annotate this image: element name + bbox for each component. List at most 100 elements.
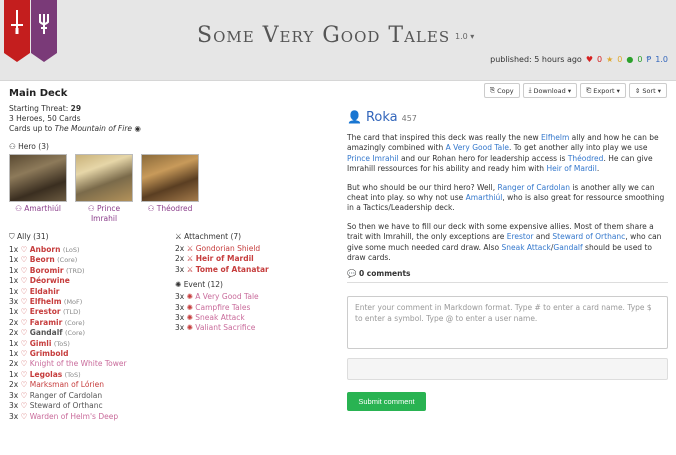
card-name[interactable]: Steward of Orthanc xyxy=(30,401,103,410)
ally-icon: ♡ xyxy=(20,380,28,390)
card-name[interactable]: Ranger of Cardolan xyxy=(30,391,102,400)
card-name[interactable]: Heir of Mardil xyxy=(196,254,254,263)
card-link[interactable]: Elfhelm xyxy=(541,133,569,142)
card-row[interactable]: 3x ✺ A Very Good Tale xyxy=(175,292,340,302)
hero-card[interactable]: ⚇ Prince Imrahil xyxy=(75,154,133,224)
card-link[interactable]: Steward of Orthanc xyxy=(552,232,625,241)
description-paragraph: The card that inspired this deck was rea… xyxy=(347,133,668,175)
attachment-icon: ⚔ xyxy=(175,232,182,241)
author-name[interactable]: Roka xyxy=(366,110,398,125)
hero-image[interactable] xyxy=(9,154,67,202)
card-name[interactable]: Marksman of Lórien xyxy=(30,380,104,389)
card-quantity: 3x xyxy=(175,292,185,302)
sort-icon: ⇕ xyxy=(634,86,641,95)
card-row[interactable]: 3x ♡ Elfhelm (MoF) xyxy=(9,297,174,307)
hero-card[interactable]: ⚇ Amarthiúl xyxy=(9,154,67,224)
card-row[interactable]: 3x ✺ Sneak Attack xyxy=(175,313,340,323)
card-link[interactable]: Heir of Mardil xyxy=(546,164,596,173)
card-name[interactable]: Faramir xyxy=(30,318,63,327)
card-row[interactable]: 2x ♡ Knight of the White Tower xyxy=(9,359,174,369)
card-link[interactable]: Théodred xyxy=(568,154,604,163)
card-name[interactable]: Déorwine xyxy=(30,276,70,285)
card-row[interactable]: 2x ♡ Marksman of Lórien xyxy=(9,380,174,390)
card-link[interactable]: A Very Good Tale xyxy=(446,143,509,152)
card-row[interactable]: 2x ♡ Gandalf (Core) xyxy=(9,328,174,338)
card-name[interactable]: Eldahir xyxy=(30,287,60,296)
card-row[interactable]: 3x ♡ Steward of Orthanc xyxy=(9,401,174,411)
card-name[interactable]: Anborn xyxy=(30,245,61,254)
card-row[interactable]: 1x ♡ Beorn (Core) xyxy=(9,255,174,265)
site-logo-banner-purple[interactable] xyxy=(31,0,57,62)
card-link[interactable]: Ranger of Cardolan xyxy=(498,183,570,192)
hero-card[interactable]: ⚇ Théodred xyxy=(141,154,199,224)
card-row[interactable]: 3x ♡ Warden of Helm's Deep xyxy=(9,412,174,422)
card-pack: (ToS) xyxy=(64,370,81,379)
card-pack: (Core) xyxy=(64,318,85,327)
card-link[interactable]: Sneak Attack xyxy=(501,243,550,252)
card-link[interactable]: Erestor xyxy=(507,232,534,241)
card-name[interactable]: Warden of Helm's Deep xyxy=(30,412,118,421)
copy-button[interactable]: ⎘ Copy xyxy=(483,83,520,98)
card-name[interactable]: Gondorian Shield xyxy=(196,244,260,253)
card-name[interactable]: Valiant Sacrifice xyxy=(195,323,255,332)
card-name[interactable]: Beorn xyxy=(30,255,55,264)
card-name[interactable]: Elfhelm xyxy=(30,297,62,306)
export-button[interactable]: ⎗ Export ▾ xyxy=(580,83,626,98)
card-name[interactable]: Knight of the White Tower xyxy=(30,359,127,368)
download-button[interactable]: ⤓ Download ▾ xyxy=(522,83,578,98)
heart-icon[interactable]: ♥ xyxy=(586,55,593,64)
card-row[interactable]: 1x ♡ Eldahir xyxy=(9,287,174,297)
card-row[interactable]: 1x ♡ Déorwine xyxy=(9,276,174,286)
card-row[interactable]: 3x ✺ Valiant Sacrifice xyxy=(175,323,340,333)
card-name[interactable]: A Very Good Tale xyxy=(195,292,258,301)
card-row[interactable]: 3x ⚔ Tome of Atanatar xyxy=(175,265,340,275)
card-name[interactable]: Boromir xyxy=(30,266,64,275)
author-reputation: 457 xyxy=(401,114,417,123)
attachment-icon: ⚔ xyxy=(186,254,194,264)
star-icon[interactable]: ★ xyxy=(606,55,613,64)
card-row[interactable]: 2x ⚔ Gondorian Shield xyxy=(175,244,340,254)
rune-icon xyxy=(39,14,49,34)
card-quantity: 1x xyxy=(9,245,19,254)
site-logo-banner-red[interactable] xyxy=(4,0,30,62)
card-row[interactable]: 1x ♡ Gimli (ToS) xyxy=(9,339,174,349)
eye-icon[interactable]: ◉ xyxy=(134,124,141,133)
sort-button[interactable]: ⇕ Sort ▾ xyxy=(628,83,667,98)
card-pack: (LoS) xyxy=(62,246,80,254)
comments-heading: 💬 0 comments xyxy=(347,269,668,284)
ally-icon: ♡ xyxy=(20,369,28,379)
card-link[interactable]: Amarthiúl xyxy=(466,193,503,202)
comment-input[interactable]: Enter your comment in Markdown format. T… xyxy=(347,296,668,349)
description: The card that inspired this deck was rea… xyxy=(347,133,668,263)
deck-panel: Main Deck Starting Threat: 29 3 Heroes, … xyxy=(9,88,339,421)
submit-comment-button[interactable]: Submit comment xyxy=(347,392,426,411)
card-row[interactable]: 2x ⚔ Heir of Mardil xyxy=(175,254,340,264)
heroes-cards-count: 3 Heroes, 50 Cards xyxy=(9,114,81,123)
version-dropdown[interactable]: 1.0 ▾ xyxy=(455,32,474,41)
card-name[interactable]: Erestor xyxy=(30,307,61,316)
card-row[interactable]: 1x ♡ Boromir (TRD) xyxy=(9,266,174,276)
card-pack: (Core) xyxy=(57,256,78,265)
card-row[interactable]: 1x ♡ Grimbold xyxy=(9,349,174,359)
card-name[interactable]: Campfire Tales xyxy=(195,303,250,312)
card-name[interactable]: Gimli xyxy=(30,339,52,348)
card-row[interactable]: 2x ♡ Faramir (Core) xyxy=(9,318,174,328)
card-name[interactable]: Gandalf xyxy=(30,328,63,337)
card-quantity: 2x xyxy=(9,328,19,338)
card-row[interactable]: 1x ♡ Anborn (LoS) xyxy=(9,245,174,255)
card-row[interactable]: 1x ♡ Legolas (ToS) xyxy=(9,370,174,380)
hero-name: Théodred xyxy=(156,204,193,213)
card-name[interactable]: Tome of Atanatar xyxy=(196,265,269,274)
card-link[interactable]: Gandalf xyxy=(553,243,582,252)
starting-threat: Starting Threat: 29 xyxy=(9,104,82,113)
ally-section-heading: ⛉ Ally (31) xyxy=(9,232,49,241)
card-name[interactable]: Legolas xyxy=(30,370,62,379)
card-row[interactable]: 3x ♡ Ranger of Cardolan xyxy=(9,391,174,401)
hero-image[interactable] xyxy=(141,154,199,202)
hero-image[interactable] xyxy=(75,154,133,202)
card-row[interactable]: 1x ♡ Erestor (TLD) xyxy=(9,307,174,317)
card-link[interactable]: Prince Imrahil xyxy=(347,154,399,163)
card-row[interactable]: 3x ✺ Campfire Tales xyxy=(175,303,340,313)
card-name[interactable]: Grimbold xyxy=(30,349,69,358)
card-name[interactable]: Sneak Attack xyxy=(195,313,244,322)
